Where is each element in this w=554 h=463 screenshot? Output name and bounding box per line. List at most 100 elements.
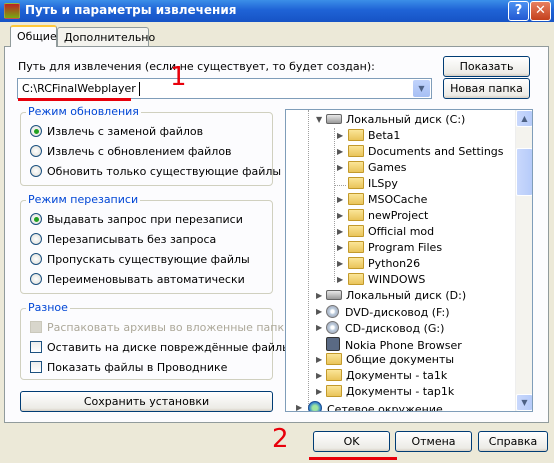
tree-item-folder[interactable]: Python26 bbox=[348, 257, 420, 273]
tree-item-dvd-f[interactable]: DVD-дисковод (F:) bbox=[326, 305, 450, 321]
tab-general[interactable]: Общие bbox=[10, 25, 57, 47]
radio-replace-files[interactable]: Извлечь с заменой файлов bbox=[30, 125, 203, 138]
expand-arrow-icon[interactable]: ▶ bbox=[337, 275, 343, 284]
annotation-underline-2 bbox=[309, 457, 397, 460]
tree-item-label: Nokia Phone Browser bbox=[345, 339, 462, 352]
checkbox-nested-archives[interactable]: Распаковать архивы во вложенные папки bbox=[30, 321, 291, 334]
option-label: Пропускать существующие файлы bbox=[47, 253, 250, 266]
tree-item-label: Локальный диск (D:) bbox=[346, 289, 467, 302]
radio-overwrite-silent[interactable]: Перезаписывать без запроса bbox=[30, 233, 216, 246]
radio-skip-existing[interactable]: Пропускать существующие файлы bbox=[30, 253, 250, 266]
help-title-button[interactable]: ? bbox=[508, 1, 529, 21]
tree-item-nokia[interactable]: Nokia Phone Browser bbox=[326, 337, 462, 353]
tree-item-folder[interactable]: Program Files bbox=[348, 241, 442, 257]
tree-item-drive-c[interactable]: Локальный диск (C:) bbox=[326, 113, 465, 129]
tree-item-drive-d[interactable]: Локальный диск (D:) bbox=[326, 289, 466, 305]
tree-item-folder[interactable]: Official mod bbox=[348, 225, 434, 241]
scroll-thumb[interactable] bbox=[516, 148, 532, 196]
tree-item-folder[interactable]: Games bbox=[348, 161, 406, 177]
folder-icon bbox=[348, 193, 364, 205]
globe-icon bbox=[308, 401, 322, 411]
tree-item-folder[interactable]: ILSpy bbox=[348, 177, 398, 193]
tree-item-folder[interactable]: WINDOWS bbox=[348, 273, 425, 289]
tree-item-label: WINDOWS bbox=[368, 273, 426, 286]
help-button[interactable]: Справка bbox=[478, 431, 548, 452]
expand-arrow-icon[interactable]: ▼ bbox=[316, 115, 322, 124]
folder-icon bbox=[326, 369, 342, 381]
scroll-down-icon[interactable]: ▼ bbox=[516, 394, 532, 411]
tree-item-label: Сетевое окружение bbox=[327, 403, 443, 412]
close-button[interactable]: ✕ bbox=[530, 1, 551, 21]
radio-ask-overwrite[interactable]: Выдавать запрос при перезаписи bbox=[30, 213, 243, 226]
disc-icon bbox=[326, 321, 339, 334]
tree-item-folder[interactable]: Documents and Settings bbox=[348, 145, 504, 161]
update-mode-legend: Режим обновления bbox=[26, 105, 141, 118]
tree-item-docs-tap1k[interactable]: Документы - tap1k bbox=[326, 385, 454, 401]
path-input[interactable]: C:\RCFinalWebplayer ▼ bbox=[17, 78, 432, 99]
cancel-button[interactable]: Отмена bbox=[395, 431, 472, 452]
expand-arrow-icon[interactable]: ▶ bbox=[316, 291, 322, 300]
expand-arrow-icon[interactable]: ▶ bbox=[316, 307, 322, 316]
tree-item-label: newProject bbox=[368, 209, 429, 222]
expand-arrow-icon[interactable]: ▶ bbox=[316, 323, 322, 332]
tree-item-folder[interactable]: MSOCache bbox=[348, 193, 427, 209]
ok-button[interactable]: OK bbox=[313, 431, 390, 452]
checkbox-show-in-explorer[interactable]: Показать файлы в Проводнике bbox=[30, 361, 227, 374]
expand-arrow-icon[interactable]: ▶ bbox=[337, 227, 343, 236]
radio-auto-rename[interactable]: Переименовывать автоматически bbox=[30, 273, 245, 286]
expand-arrow-icon[interactable]: ▶ bbox=[337, 195, 343, 204]
folder-tree[interactable]: ▼ Локальный диск (C:) ▶ Beta1 ▶ Document… bbox=[285, 109, 533, 412]
expand-arrow-icon[interactable]: ▶ bbox=[316, 371, 322, 380]
checkbox-keep-broken[interactable]: Оставить на диске повреждённые файлы bbox=[30, 341, 291, 354]
tab-advanced[interactable]: Дополнительно bbox=[57, 27, 155, 47]
expand-arrow-icon[interactable]: ▶ bbox=[337, 147, 343, 156]
window-title: Путь и параметры извлечения bbox=[25, 3, 237, 17]
radio-icon bbox=[30, 145, 42, 157]
save-settings-button[interactable]: Сохранить установки bbox=[20, 391, 273, 412]
radio-refresh-existing[interactable]: Обновить только существующие файлы bbox=[30, 165, 281, 178]
expand-arrow-icon[interactable]: ▶ bbox=[296, 403, 302, 411]
radio-update-files[interactable]: Извлечь с обновлением файлов bbox=[30, 145, 232, 158]
scroll-up-icon[interactable]: ▲ bbox=[516, 110, 532, 127]
new-folder-button[interactable]: Новая папка bbox=[443, 78, 530, 99]
tree-item-label: MSOCache bbox=[368, 193, 428, 206]
path-label: Путь для извлечения (если не существует,… bbox=[18, 60, 375, 73]
expand-arrow-icon[interactable]: ▶ bbox=[337, 259, 343, 268]
expand-arrow-icon[interactable]: ▶ bbox=[337, 163, 343, 172]
tree-item-label: Beta1 bbox=[368, 129, 401, 142]
annotation-underline-1 bbox=[18, 98, 131, 101]
expand-arrow-icon[interactable]: ▶ bbox=[337, 243, 343, 252]
tree-item-label: DVD-дисковод (F:) bbox=[345, 306, 450, 319]
expand-arrow-icon[interactable]: ▶ bbox=[316, 355, 322, 364]
drive-icon bbox=[326, 114, 342, 124]
tree-item-folder[interactable]: newProject bbox=[348, 209, 428, 225]
tree-item-docs-ta1k[interactable]: Документы - ta1k bbox=[326, 369, 447, 385]
winrar-icon bbox=[4, 3, 20, 19]
folder-icon bbox=[348, 161, 364, 173]
expand-arrow-icon[interactable]: ▶ bbox=[337, 131, 343, 140]
folder-icon bbox=[348, 241, 364, 253]
expand-arrow-icon[interactable]: ▶ bbox=[316, 387, 322, 396]
expand-arrow-icon[interactable]: ▶ bbox=[337, 211, 343, 220]
show-button[interactable]: Показать bbox=[443, 56, 530, 77]
tree-scrollbar[interactable]: ▲ ▼ bbox=[515, 110, 532, 411]
annotation-number-1: 1 bbox=[170, 62, 187, 92]
tree-item-label: Games bbox=[368, 161, 407, 174]
chevron-down-icon[interactable]: ▼ bbox=[413, 80, 430, 97]
tree-item-shared-docs[interactable]: Общие документы bbox=[326, 353, 454, 369]
overwrite-mode-legend: Режим перезаписи bbox=[26, 193, 141, 206]
tree-item-label: Документы - ta1k bbox=[346, 369, 448, 382]
option-label: Распаковать архивы во вложенные папки bbox=[47, 321, 292, 334]
tree-item-folder[interactable]: Beta1 bbox=[348, 129, 400, 145]
tree-item-network[interactable]: Сетевое окружение bbox=[308, 401, 443, 412]
drive-icon bbox=[326, 290, 342, 300]
folder-icon bbox=[348, 129, 364, 141]
option-label: Извлечь с обновлением файлов bbox=[47, 145, 232, 158]
radio-icon bbox=[30, 273, 42, 285]
tree-item-cd-g[interactable]: CD-дисковод (G:) bbox=[326, 321, 444, 337]
overwrite-mode-group: Режим перезаписи Выдавать запрос при пер… bbox=[20, 193, 273, 294]
radio-icon bbox=[30, 253, 42, 265]
tree-item-label: Official mod bbox=[368, 225, 435, 238]
option-label: Перезаписывать без запроса bbox=[47, 233, 217, 246]
radio-icon bbox=[30, 233, 42, 245]
